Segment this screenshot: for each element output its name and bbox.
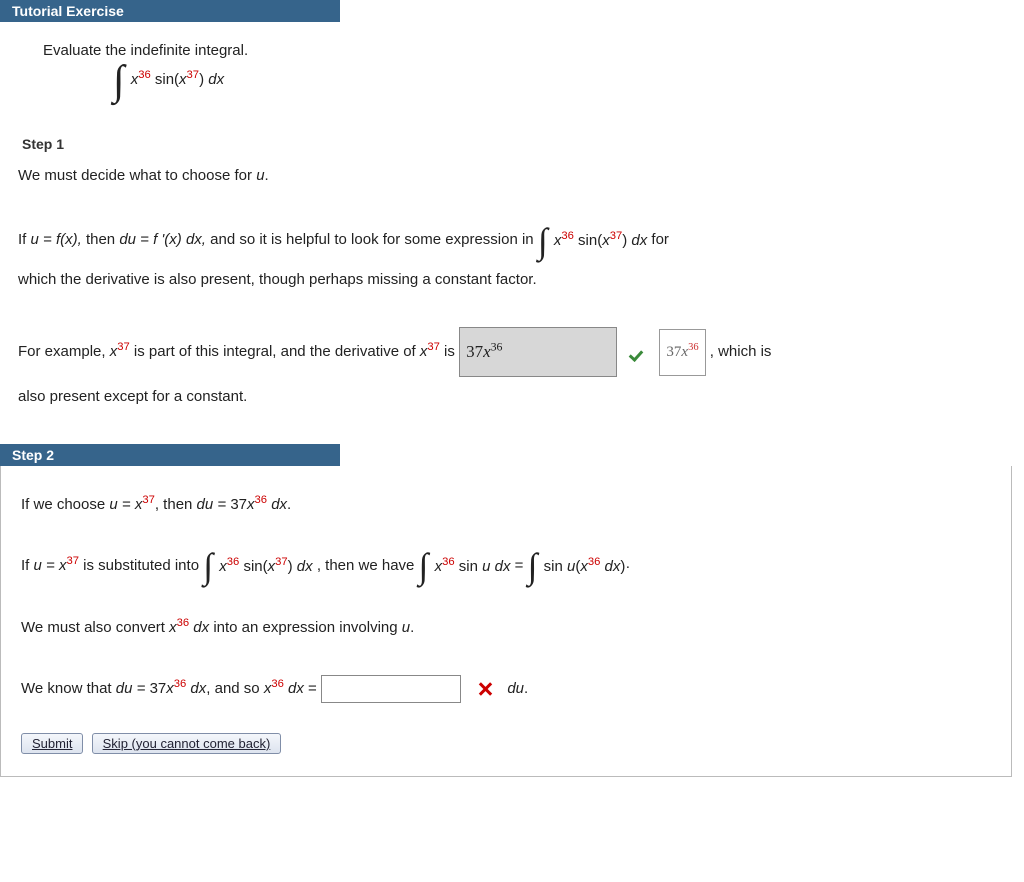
step1-para2: If u = f(x), then du = f '(x) dx, and so… xyxy=(18,220,1006,299)
skip-button[interactable]: Skip (you cannot come back) xyxy=(92,733,282,754)
integral-sign-icon: ∫ xyxy=(203,552,213,581)
integrand-sin: sin( xyxy=(155,71,179,88)
x-icon xyxy=(477,681,493,697)
step2-line4: We know that du = 37x36 dx, and so x36 d… xyxy=(21,672,991,705)
step2-header: Step 2 xyxy=(0,444,340,466)
integrand-x-sup: 36 xyxy=(138,69,151,81)
step1-correct-answer: 37x36 xyxy=(659,329,705,376)
tutorial-header: Tutorial Exercise xyxy=(0,0,340,22)
submit-button[interactable]: Submit xyxy=(21,733,83,754)
step2-answer-input[interactable] xyxy=(321,675,461,703)
integral-display: ∫ x36 sin(x37) dx xyxy=(113,67,1006,96)
step1-line1: We must decide what to choose for u. xyxy=(18,159,1006,192)
step2-line1: If we choose u = x37, then du = 37x36 dx… xyxy=(21,488,991,521)
step2-line3: We must also convert x36 dx into an expr… xyxy=(21,611,991,644)
step1-para3: For example, x37 is part of this integra… xyxy=(18,327,1006,416)
step2-line2: If u = x37 is substituted into ∫ x36 sin… xyxy=(21,549,991,583)
step1-label: Step 1 xyxy=(22,136,64,152)
button-row: Submit Skip (you cannot come back) xyxy=(21,733,991,754)
integrand-arg-sup: 37 xyxy=(187,69,200,81)
integral-sign-icon: ∫ xyxy=(538,227,548,256)
integrand-dx: dx xyxy=(208,71,224,88)
integral-sign-icon: ∫ xyxy=(419,552,429,581)
step1-answer-input[interactable]: 37x36 xyxy=(459,327,617,377)
integral-sign-icon: ∫ xyxy=(113,67,125,96)
step2-section: If we choose u = x37, then du = 37x36 dx… xyxy=(0,466,1012,777)
integral-sign-icon: ∫ xyxy=(528,552,538,581)
prompt-text: Evaluate the indefinite integral. xyxy=(43,42,1006,59)
check-icon xyxy=(631,345,649,359)
integrand-close: ) xyxy=(199,71,208,88)
integrand-arg: x xyxy=(179,71,187,88)
